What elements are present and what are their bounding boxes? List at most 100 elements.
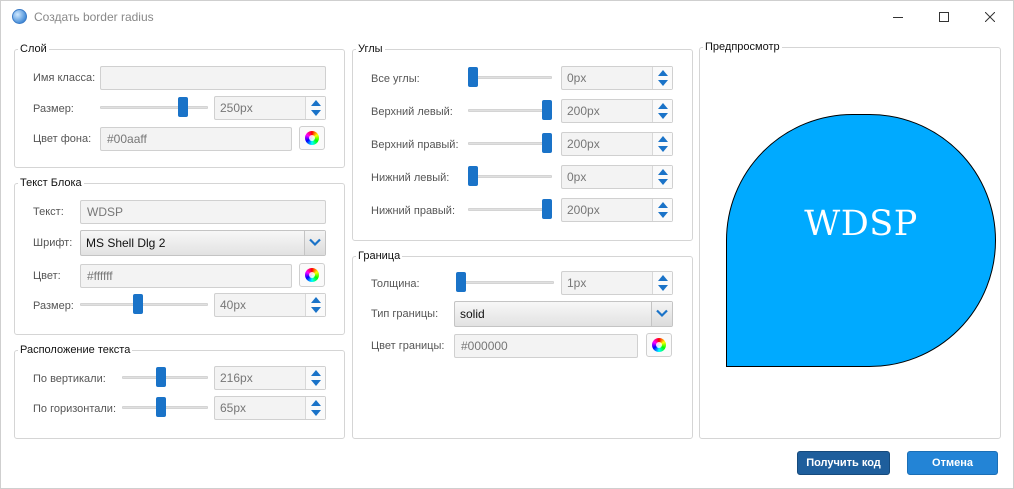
spinbox-arrows[interactable] — [652, 199, 672, 221]
slider-track — [80, 303, 208, 306]
bottom-right-spinbox[interactable]: 200px — [561, 198, 673, 222]
arrow-down-icon[interactable] — [311, 307, 321, 313]
layer-size-slider[interactable] — [100, 97, 208, 117]
cancel-button[interactable]: Отмена — [907, 451, 998, 475]
arrow-up-icon[interactable] — [311, 297, 321, 303]
preview-group-title: Предпросмотр — [703, 41, 782, 54]
spinbox-value: 250px — [220, 101, 253, 115]
bottom-left-spinbox[interactable]: 0px — [561, 165, 673, 189]
spinbox-arrows[interactable] — [652, 100, 672, 122]
title-bar[interactable]: Создать border radius — [1, 1, 1013, 33]
vertical-spinbox[interactable]: 216px — [214, 366, 326, 390]
all-corners-slider[interactable] — [468, 67, 552, 87]
arrow-up-icon[interactable] — [658, 70, 668, 76]
border-type-select[interactable]: solid — [454, 301, 673, 327]
border-color-input[interactable]: #000000 — [454, 334, 638, 358]
layer-size-spinbox[interactable]: 250px — [214, 96, 326, 120]
arrow-down-icon[interactable] — [658, 212, 668, 218]
arrow-down-icon[interactable] — [658, 146, 668, 152]
chevron-down-icon — [309, 238, 321, 247]
spinbox-arrows[interactable] — [652, 67, 672, 89]
slider-track — [468, 175, 552, 178]
bg-color-label: Цвет фона: — [33, 133, 92, 145]
arrow-up-icon[interactable] — [658, 169, 668, 175]
border-color-picker-button[interactable] — [646, 333, 672, 357]
arrow-up-icon[interactable] — [311, 400, 321, 406]
arrow-down-icon[interactable] — [311, 380, 321, 386]
arrow-up-icon[interactable] — [658, 103, 668, 109]
class-name-input[interactable] — [100, 66, 326, 90]
spinbox-arrows[interactable] — [652, 272, 672, 294]
bottom-right-slider[interactable] — [468, 199, 552, 219]
vertical-label: По вертикали: — [33, 373, 106, 385]
spinbox-arrows[interactable] — [305, 97, 325, 119]
get-code-button[interactable]: Получить код — [797, 451, 890, 475]
slider-thumb[interactable] — [178, 97, 189, 117]
slider-thumb[interactable] — [468, 166, 478, 186]
slider-track — [100, 106, 208, 109]
spinbox-arrows[interactable] — [305, 397, 325, 419]
border-group-title: Граница — [356, 250, 403, 263]
maximize-button[interactable] — [921, 1, 967, 33]
arrow-down-icon[interactable] — [311, 410, 321, 416]
slider-thumb[interactable] — [468, 67, 478, 87]
font-label: Шрифт: — [33, 237, 73, 249]
arrow-up-icon[interactable] — [658, 202, 668, 208]
top-right-slider[interactable] — [468, 133, 552, 153]
slider-track — [468, 208, 552, 211]
maximize-icon — [939, 12, 949, 22]
spinbox-arrows[interactable] — [305, 294, 325, 316]
slider-thumb[interactable] — [456, 272, 466, 292]
close-button[interactable] — [967, 1, 1013, 33]
slider-track — [468, 142, 552, 145]
bg-color-picker-button[interactable] — [299, 126, 325, 150]
font-select-dropdown[interactable] — [304, 231, 325, 255]
top-right-spinbox[interactable]: 200px — [561, 132, 673, 156]
text-color-input[interactable]: #ffffff — [80, 264, 292, 288]
border-width-slider[interactable] — [456, 272, 554, 292]
horizontal-slider[interactable] — [122, 397, 208, 417]
arrow-down-icon[interactable] — [658, 80, 668, 86]
all-corners-spinbox[interactable]: 0px — [561, 66, 673, 90]
top-left-spinbox[interactable]: 200px — [561, 99, 673, 123]
slider-thumb[interactable] — [156, 367, 167, 387]
horizontal-spinbox[interactable]: 65px — [214, 396, 326, 420]
text-position-group: Расположение текста — [14, 344, 345, 439]
border-type-dropdown[interactable] — [651, 302, 672, 326]
arrow-up-icon[interactable] — [658, 136, 668, 142]
arrow-up-icon[interactable] — [658, 275, 668, 281]
text-color-picker-button[interactable] — [299, 263, 325, 287]
top-right-label: Верхний правый: — [371, 139, 459, 151]
arrow-down-icon[interactable] — [658, 285, 668, 291]
arrow-up-icon[interactable] — [311, 100, 321, 106]
border-width-spinbox[interactable]: 1px — [561, 271, 673, 295]
dialog-window: Создать border radius Слой Имя класса: Р… — [0, 0, 1014, 489]
spinbox-arrows[interactable] — [652, 166, 672, 188]
arrow-down-icon[interactable] — [658, 179, 668, 185]
bottom-left-slider[interactable] — [468, 166, 552, 186]
text-input[interactable]: WDSP — [80, 200, 326, 224]
slider-thumb[interactable] — [156, 397, 167, 417]
bg-color-input[interactable]: #00aaff — [100, 127, 292, 151]
spinbox-arrows[interactable] — [305, 367, 325, 389]
font-select[interactable]: MS Shell Dlg 2 — [80, 230, 326, 256]
slider-thumb[interactable] — [133, 294, 144, 314]
text-block-group-title: Текст Блока — [18, 177, 84, 190]
corners-group-title: Углы — [356, 43, 385, 56]
arrow-down-icon[interactable] — [658, 113, 668, 119]
minimize-button[interactable] — [875, 1, 921, 33]
top-left-slider[interactable] — [468, 100, 552, 120]
slider-thumb[interactable] — [542, 199, 552, 219]
text-size-slider[interactable] — [80, 294, 208, 314]
slider-track — [456, 281, 554, 284]
slider-thumb[interactable] — [542, 100, 552, 120]
text-size-spinbox[interactable]: 40px — [214, 293, 326, 317]
slider-thumb[interactable] — [542, 133, 552, 153]
text-label: Текст: — [33, 206, 64, 218]
arrow-up-icon[interactable] — [311, 370, 321, 376]
window-title: Создать border radius — [34, 10, 154, 24]
arrow-down-icon[interactable] — [311, 110, 321, 116]
border-type-label: Тип границы: — [371, 308, 439, 320]
vertical-slider[interactable] — [122, 367, 208, 387]
spinbox-arrows[interactable] — [652, 133, 672, 155]
